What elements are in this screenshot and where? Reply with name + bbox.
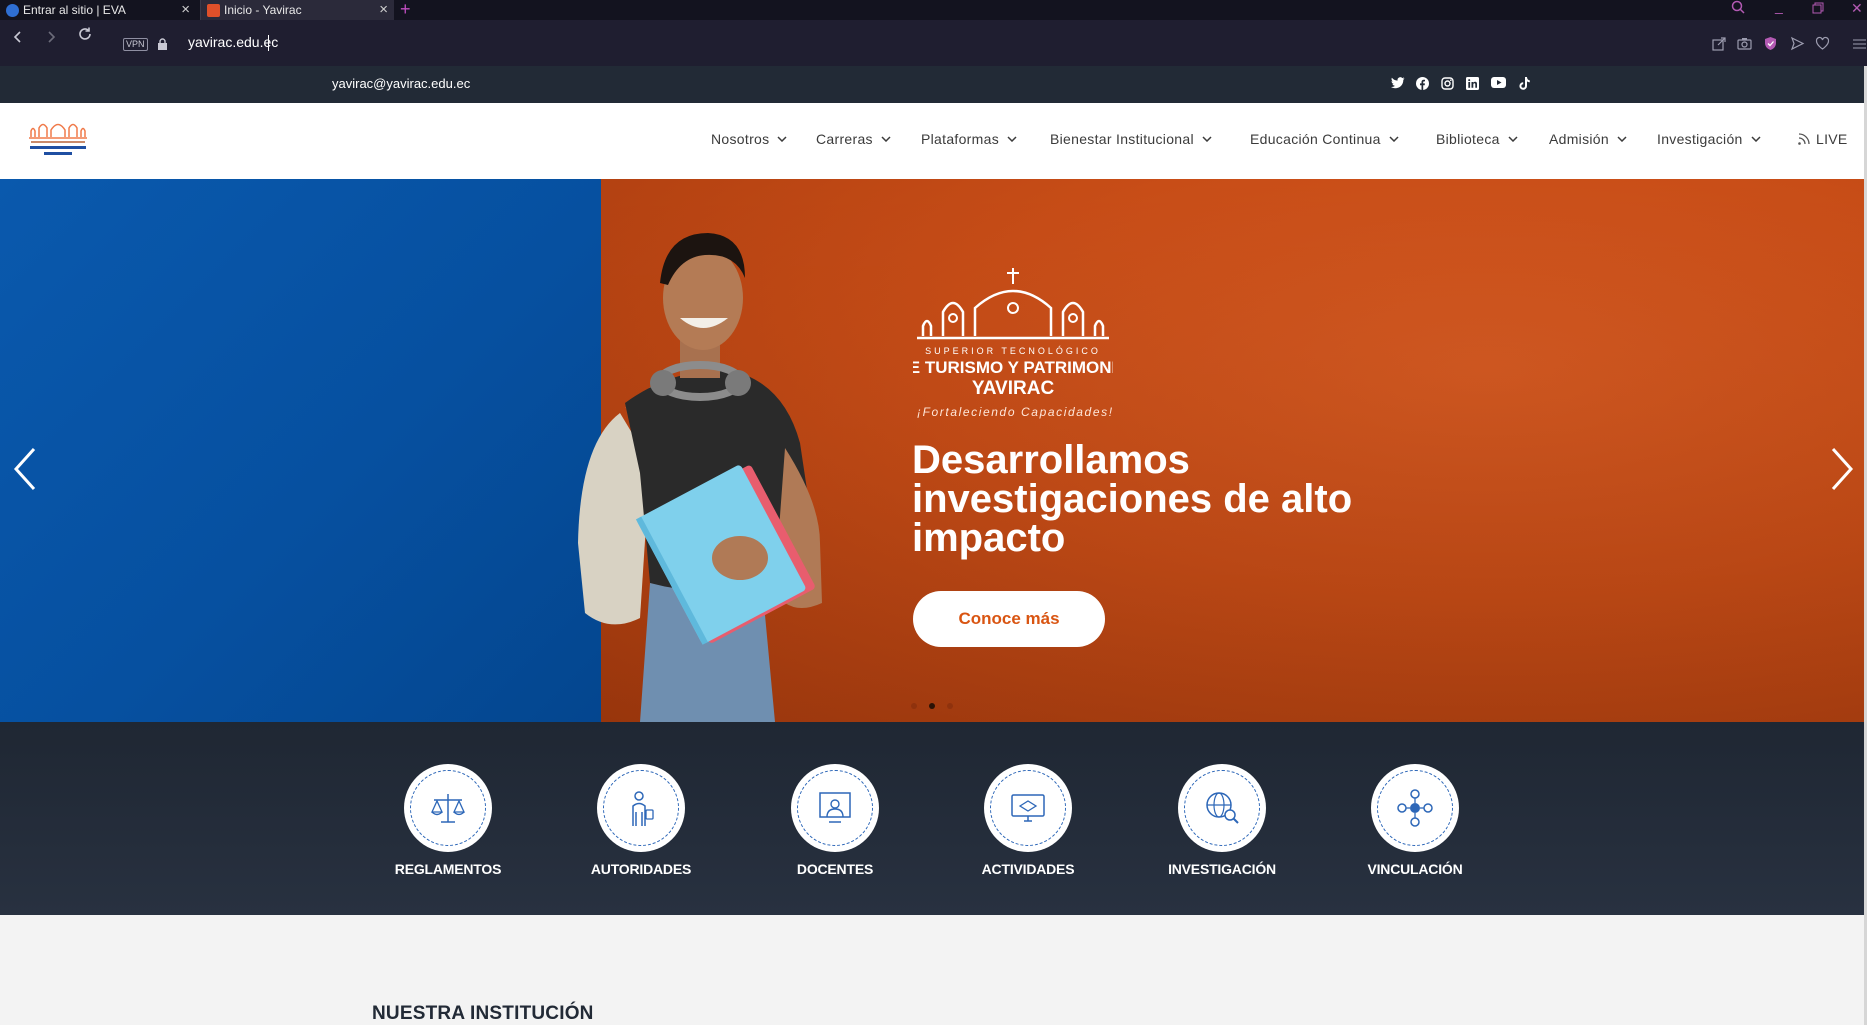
nav-nosotros[interactable]: Nosotros — [711, 131, 787, 147]
nav-label: Plataformas — [921, 131, 999, 147]
forward-icon[interactable] — [45, 28, 57, 49]
tab-title: Entrar al sitio | EVA — [23, 3, 126, 17]
close-tab-icon[interactable]: × — [379, 1, 388, 18]
close-window-icon[interactable]: ✕ — [1851, 0, 1863, 17]
vinculacion-circle-button[interactable] — [1371, 764, 1459, 852]
browser-tab-eva[interactable]: Entrar al sitio | EVA × — [0, 0, 196, 20]
hero-blue-panel — [0, 179, 601, 722]
minimize-window-icon[interactable]: _ — [1775, 0, 1783, 14]
dashed-ring — [990, 770, 1066, 846]
rss-icon — [1798, 133, 1810, 145]
hero-logo-line1: SUPERIOR TECNOLÓGICO — [925, 346, 1101, 356]
shield-icon[interactable] — [1763, 36, 1778, 51]
chevron-down-icon — [1751, 136, 1761, 142]
address-bar-row — [0, 20, 1867, 66]
dashed-ring — [603, 770, 679, 846]
nav-admision[interactable]: Admisión — [1549, 131, 1627, 147]
back-icon[interactable] — [12, 28, 24, 49]
hero-headline: Desarrollamos investigaciones de alto im… — [912, 438, 1353, 560]
nav-carreras[interactable]: Carreras — [816, 131, 891, 147]
nav-bienestar-institucional[interactable]: Bienestar Institucional — [1050, 131, 1212, 147]
reload-icon[interactable] — [77, 26, 93, 47]
nav-label: Bienestar Institucional — [1050, 131, 1194, 147]
snapshot-camera-icon[interactable] — [1737, 36, 1752, 51]
chevron-down-icon — [1617, 136, 1627, 142]
restore-window-icon[interactable] — [1812, 1, 1824, 17]
vinculacion-label[interactable]: VINCULACIÓN — [1340, 861, 1490, 877]
live-label: LIVE — [1816, 131, 1848, 147]
hero-tagline: ¡Fortaleciendo Capacidades! — [917, 405, 1114, 419]
autoridades-circle-button[interactable] — [597, 764, 685, 852]
browser-tab-yavirac[interactable]: Inicio - Yavirac × — [200, 0, 394, 20]
eva-favicon-icon — [6, 3, 19, 17]
quick-links-bar — [0, 722, 1867, 915]
docentes-circle-button[interactable] — [791, 764, 879, 852]
close-tab-icon[interactable]: × — [181, 1, 190, 18]
chevron-down-icon — [1007, 136, 1017, 142]
contact-email-link[interactable]: yavirac@yavirac.edu.ec — [332, 76, 470, 91]
chevron-down-icon — [1202, 136, 1212, 142]
url-input[interactable]: yavirac.edu.ec — [188, 34, 278, 50]
nav-plataformas[interactable]: Plataformas — [921, 131, 1017, 147]
investigacion-label[interactable]: INVESTIGACIÓN — [1147, 861, 1297, 877]
search-tabs-icon[interactable] — [1731, 0, 1745, 17]
chevron-down-icon — [1389, 136, 1399, 142]
slider-next-arrow-icon[interactable] — [1829, 445, 1855, 493]
hero-slider: SUPERIOR TECNOLÓGICO DE TURISMO Y PATRIM… — [0, 179, 1867, 722]
facebook-icon[interactable] — [1416, 77, 1429, 90]
dashed-ring — [1377, 770, 1453, 846]
slider-dot-3[interactable] — [947, 703, 953, 709]
share-icon[interactable] — [1712, 36, 1727, 51]
reglamentos-circle-button[interactable] — [404, 764, 492, 852]
twitter-icon[interactable] — [1391, 77, 1405, 90]
institution-section — [0, 915, 1867, 1025]
nav-educacion-continua[interactable]: Educación Continua — [1250, 131, 1399, 147]
vpn-badge[interactable]: VPN — [123, 38, 148, 51]
chevron-down-icon — [1508, 136, 1518, 142]
chevron-down-icon — [881, 136, 891, 142]
tiktok-icon[interactable] — [1519, 77, 1532, 90]
instagram-icon[interactable] — [1441, 77, 1454, 90]
dashed-ring — [797, 770, 873, 846]
contact-bar — [0, 66, 1867, 103]
send-icon[interactable] — [1790, 36, 1805, 51]
dashed-ring — [1184, 770, 1260, 846]
nav-biblioteca[interactable]: Biblioteca — [1436, 131, 1518, 147]
conoce-mas-button[interactable]: Conoce más — [913, 591, 1105, 647]
heart-icon[interactable] — [1815, 36, 1830, 51]
settings-sliders-icon[interactable] — [1852, 36, 1867, 51]
investigacion-circle-button[interactable] — [1178, 764, 1266, 852]
reglamentos-label[interactable]: REGLAMENTOS — [373, 861, 523, 877]
nav-label: Investigación — [1657, 131, 1743, 147]
actividades-circle-button[interactable] — [984, 764, 1072, 852]
nav-live[interactable]: LIVE — [1797, 131, 1848, 147]
slider-dot-2-active[interactable] — [929, 703, 935, 709]
yavirac-logo[interactable] — [27, 119, 89, 161]
hero-logo-line3: YAVIRAC — [972, 378, 1055, 399]
dashed-ring — [410, 770, 486, 846]
nav-label: Biblioteca — [1436, 131, 1500, 147]
yavirac-favicon-icon — [207, 3, 220, 17]
nav-label: Educación Continua — [1250, 131, 1381, 147]
hero-logo-line2: DE TURISMO Y PATRIMONIO — [913, 358, 1113, 377]
new-tab-button[interactable]: + — [400, 0, 411, 20]
text-caret — [268, 35, 269, 51]
slider-prev-arrow-icon[interactable] — [12, 445, 38, 493]
nav-label: Carreras — [816, 131, 873, 147]
student-photo — [578, 233, 822, 722]
youtube-icon[interactable] — [1491, 77, 1506, 90]
chevron-down-icon — [777, 136, 787, 142]
slider-dot-1[interactable] — [911, 703, 917, 709]
linkedin-icon[interactable] — [1466, 77, 1479, 90]
nav-investigacion[interactable]: Investigación — [1657, 131, 1761, 147]
nav-label: Admisión — [1549, 131, 1609, 147]
autoridades-label[interactable]: AUTORIDADES — [566, 861, 716, 877]
tab-title: Inicio - Yavirac — [224, 3, 302, 17]
hero-yavirac-logo: SUPERIOR TECNOLÓGICO DE TURISMO Y PATRIM… — [913, 268, 1113, 399]
section-title: NUESTRA INSTITUCIÓN — [372, 1003, 594, 1024]
nav-label: Nosotros — [711, 131, 770, 147]
actividades-label[interactable]: ACTIVIDADES — [953, 861, 1103, 877]
docentes-label[interactable]: DOCENTES — [760, 861, 910, 877]
lock-icon[interactable] — [157, 37, 168, 50]
